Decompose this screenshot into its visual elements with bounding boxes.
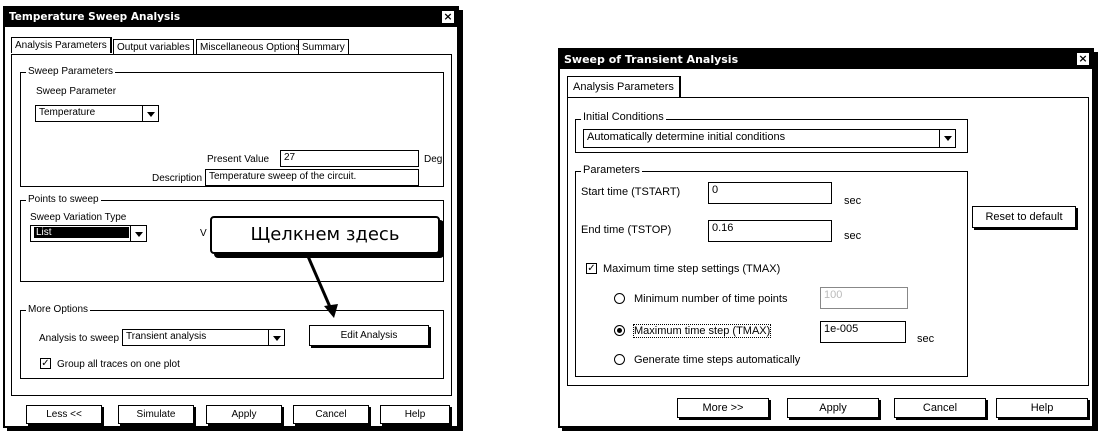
start-time-unit: sec <box>844 195 862 207</box>
apply-button[interactable]: Apply <box>206 405 282 424</box>
simulate-label: Simulate <box>136 409 176 420</box>
click-here-callout: Щелкнем здесь <box>210 216 440 254</box>
cancel-label: Cancel <box>922 402 958 414</box>
sweep-of-transient-dialog: Sweep of Transient Analysis × Analysis P… <box>558 48 1094 428</box>
callout-arrow-icon <box>305 253 338 318</box>
tab-miscellaneous-options[interactable]: Miscellaneous Options <box>196 39 305 55</box>
more-options-label: More Options <box>26 304 91 315</box>
simulate-button[interactable]: Simulate <box>118 405 194 424</box>
value-label-partial: V <box>200 228 207 239</box>
analysis-to-sweep-value: Transient analysis <box>126 331 207 342</box>
description-label: Description <box>152 173 203 184</box>
tab-analysis-parameters[interactable]: Analysis Parameters <box>567 76 681 97</box>
reset-to-default-button[interactable]: Reset to default <box>972 206 1076 228</box>
auto-steps-label: Generate time steps automatically <box>634 354 801 366</box>
chevron-down-icon[interactable] <box>939 130 955 147</box>
points-to-sweep-label: Points to sweep <box>26 194 101 205</box>
help-label: Help <box>1030 402 1054 414</box>
help-button[interactable]: Help <box>380 405 450 424</box>
max-step-value: 1e-005 <box>824 323 859 335</box>
apply-label: Apply <box>819 402 847 414</box>
close-icon[interactable]: × <box>1076 52 1090 66</box>
max-step-input[interactable]: 1e-005 <box>820 321 906 343</box>
reset-to-default-label: Reset to default <box>985 211 1063 223</box>
apply-label: Apply <box>231 409 257 420</box>
help-label: Help <box>404 409 426 420</box>
tab-label: Output variables <box>117 42 190 53</box>
min-points-label: Minimum number of time points <box>634 293 788 305</box>
cancel-label: Cancel <box>315 409 347 420</box>
initial-conditions-label: Initial Conditions <box>581 111 666 123</box>
end-time-value: 0.16 <box>712 222 734 234</box>
analysis-to-sweep-label: Analysis to sweep <box>39 333 120 344</box>
present-value-label: Present Value <box>207 154 270 165</box>
cancel-button[interactable]: Cancel <box>894 398 986 418</box>
more-label: More >> <box>702 402 744 414</box>
parameters-label: Parameters <box>581 164 642 176</box>
less-button[interactable]: Less << <box>26 405 102 424</box>
chevron-down-icon[interactable] <box>142 106 158 121</box>
tab-label: Analysis Parameters <box>15 40 107 51</box>
min-points-radio[interactable] <box>614 293 625 304</box>
chevron-down-icon[interactable] <box>268 330 284 345</box>
callout-text: Щелкнем здесь <box>250 224 400 245</box>
end-time-unit: sec <box>844 230 862 242</box>
initial-conditions-select[interactable]: Automatically determine initial conditio… <box>583 129 956 148</box>
apply-button[interactable]: Apply <box>787 398 879 418</box>
cancel-button[interactable]: Cancel <box>293 405 369 424</box>
min-points-value: 100 <box>824 289 843 301</box>
help-button[interactable]: Help <box>996 398 1088 418</box>
dialog-title-text: Temperature Sweep Analysis <box>9 11 181 23</box>
dialog-title: Sweep of Transient Analysis × <box>560 50 1092 69</box>
analysis-to-sweep-select[interactable]: Transient analysis <box>122 329 285 346</box>
max-step-label: Maximum time step (TMAX) <box>632 324 772 338</box>
description-text: Temperature sweep of the circuit. <box>209 171 357 182</box>
present-value-unit: Deg <box>424 154 443 165</box>
initial-conditions-value: Automatically determine initial conditio… <box>587 131 786 143</box>
auto-steps-radio[interactable] <box>614 354 625 365</box>
present-value-input[interactable]: 27 <box>280 150 419 167</box>
dialog-title-text: Sweep of Transient Analysis <box>564 53 739 66</box>
start-time-label: Start time (TSTART) <box>581 186 681 198</box>
start-time-value: 0 <box>712 184 719 196</box>
close-icon[interactable]: × <box>441 10 455 24</box>
end-time-input[interactable]: 0.16 <box>708 220 832 242</box>
tab-output-variables[interactable]: Output variables <box>113 39 194 55</box>
chevron-down-icon[interactable] <box>130 226 146 241</box>
present-value-text: 27 <box>284 152 296 163</box>
less-label: Less << <box>46 409 82 420</box>
group-traces-label: Group all traces on one plot <box>57 359 180 370</box>
max-step-radio[interactable] <box>614 325 625 336</box>
end-time-label: End time (TSTOP) <box>581 224 672 236</box>
sweep-variation-type-select[interactable]: List <box>30 225 147 242</box>
edit-analysis-label: Edit Analysis <box>340 330 398 341</box>
tmax-settings-checkbox[interactable]: ✓ <box>586 263 597 274</box>
tab-label: Summary <box>302 42 345 53</box>
tab-summary[interactable]: Summary <box>298 39 349 55</box>
sweep-parameter-value: Temperature <box>39 107 96 118</box>
group-traces-checkbox[interactable]: ✓ <box>40 358 51 369</box>
edit-analysis-button[interactable]: Edit Analysis <box>309 325 429 346</box>
tab-label: Miscellaneous Options <box>200 42 301 53</box>
sweep-variation-type-label: Sweep Variation Type <box>30 212 127 223</box>
sweep-parameter-select[interactable]: Temperature <box>35 105 159 122</box>
description-input[interactable]: Temperature sweep of the circuit. <box>205 169 419 186</box>
max-step-unit: sec <box>917 333 935 345</box>
tab-panel: Initial Conditions Automatically determi… <box>567 97 1089 386</box>
more-button[interactable]: More >> <box>677 398 769 418</box>
sweep-parameter-label: Sweep Parameter <box>36 86 117 97</box>
dialog-title: Temperature Sweep Analysis × <box>5 8 457 27</box>
min-points-input[interactable]: 100 <box>820 287 908 309</box>
tab-label: Analysis Parameters <box>573 81 674 93</box>
tmax-settings-label: Maximum time step settings (TMAX) <box>603 263 781 275</box>
sweep-parameters-label: Sweep Parameters <box>26 66 116 77</box>
sweep-variation-type-value: List <box>34 227 129 238</box>
start-time-input[interactable]: 0 <box>708 182 832 204</box>
tab-analysis-parameters[interactable]: Analysis Parameters <box>11 37 112 53</box>
